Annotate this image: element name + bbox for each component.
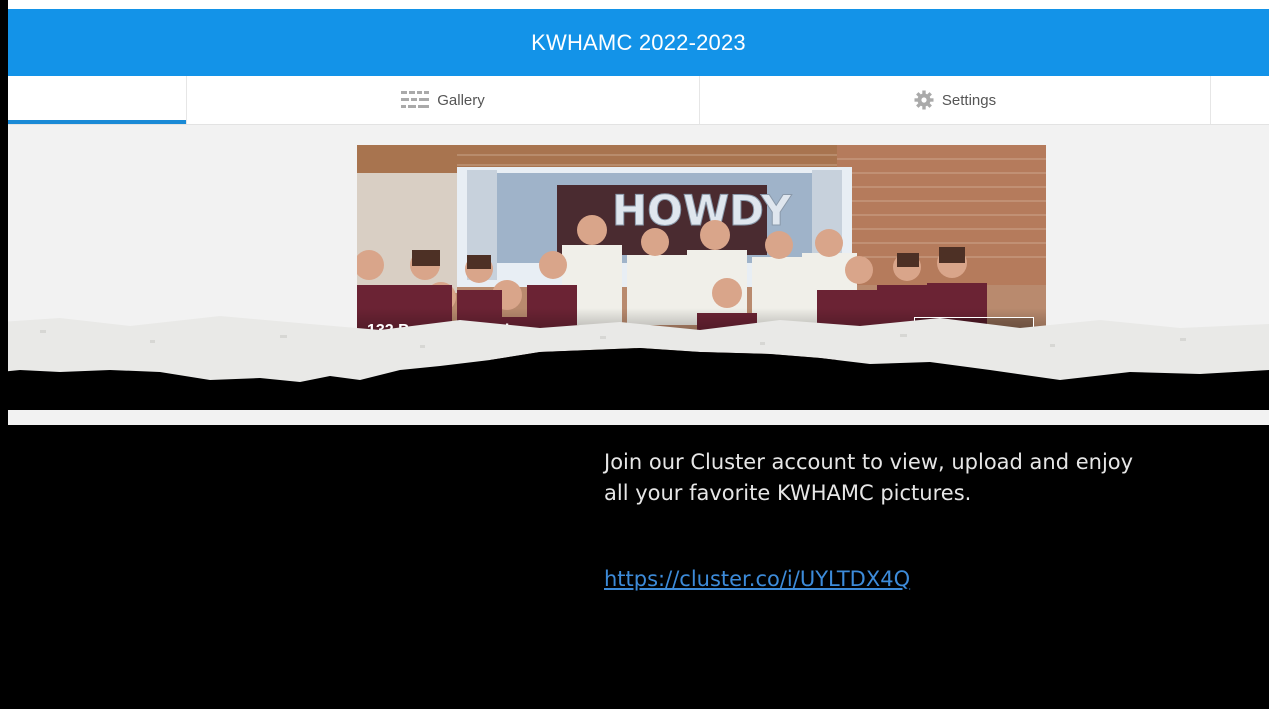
join-message: Join our Cluster account to view, upload… (604, 450, 1134, 505)
gear-icon (914, 90, 934, 110)
tab-bar-spacer (1211, 76, 1269, 124)
gallery-grid-icon (401, 91, 430, 109)
left-edge (0, 0, 8, 709)
group-title: KWHAMC 2022-2023 (531, 29, 746, 55)
tab-settings[interactable]: Settings (700, 76, 1211, 124)
tab-gallery[interactable]: Gallery (186, 76, 700, 124)
torn-paper-edge (0, 316, 1269, 410)
group-header: KWHAMC 2022-2023 (8, 9, 1269, 76)
tab-bar: Gallery Settings (8, 76, 1269, 125)
tab-gallery-label: Gallery (437, 91, 485, 109)
tab-settings-label: Settings (941, 91, 997, 109)
tab-posts[interactable] (8, 76, 186, 124)
active-tab-indicator (8, 120, 186, 124)
cluster-invite-link[interactable]: https://cluster.co/i/UYLTDX4Q (604, 567, 910, 591)
top-strip (0, 0, 1269, 9)
